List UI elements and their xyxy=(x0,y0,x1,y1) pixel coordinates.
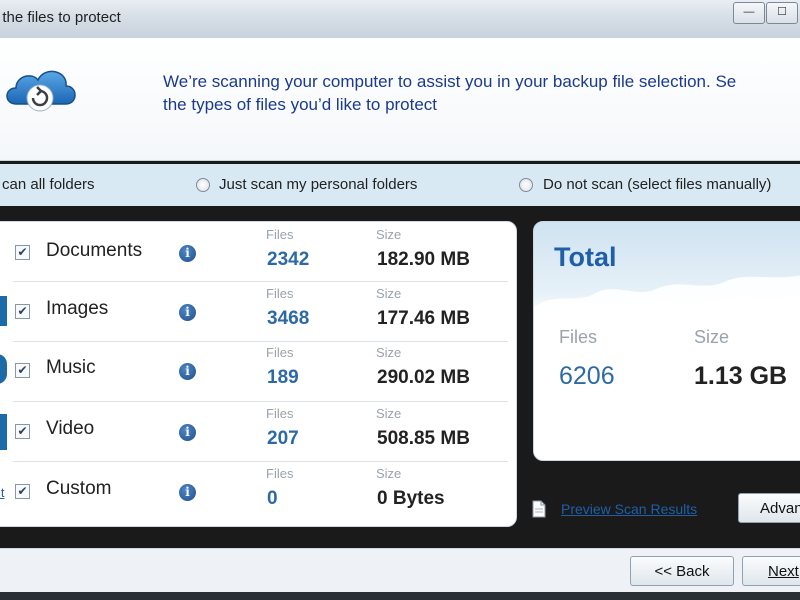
file-categories-panel: ✔ Documents i Files Size 2342 182.90 MB … xyxy=(0,221,517,527)
files-size: 290.02 MB xyxy=(377,367,470,388)
intro-line-1: We’re scanning your computer to assist y… xyxy=(163,72,737,91)
files-count: 3468 xyxy=(267,308,310,329)
category-row-documents: ✔ Documents i Files Size 2342 182.90 MB xyxy=(1,222,516,282)
scan-all-folders-option[interactable]: can all folders xyxy=(2,176,95,193)
scan-personal-option[interactable]: Just scan my personal folders xyxy=(219,176,417,193)
info-icon[interactable]: i xyxy=(179,363,196,380)
images-icon xyxy=(0,296,7,326)
files-count: 0 xyxy=(267,488,278,509)
category-row-music: ✔ Music i Files Size 189 290.02 MB xyxy=(0,342,516,402)
files-count: 189 xyxy=(267,367,299,388)
next-button[interactable]: Next xyxy=(742,556,800,586)
category-name: Custom xyxy=(46,478,112,499)
total-summary-panel: Total Files Size 6206 1.13 GB xyxy=(533,221,800,461)
category-name: Images xyxy=(46,298,109,319)
files-label: Files xyxy=(266,406,294,421)
info-icon[interactable]: i xyxy=(179,484,196,501)
files-size: 182.90 MB xyxy=(377,249,470,270)
files-count: 2342 xyxy=(267,249,310,270)
size-label: Size xyxy=(376,286,402,301)
total-files-label: Files xyxy=(559,327,598,347)
category-name: Documents xyxy=(46,240,143,261)
scan-options-bar: can all folders Just scan my personal fo… xyxy=(0,164,800,206)
window-bottom-edge xyxy=(0,592,800,600)
category-row-video: ✔ Video i Files Size 207 508.85 MB xyxy=(0,402,516,462)
scan-personal-radio[interactable] xyxy=(196,178,210,192)
preview-document-icon xyxy=(532,500,546,518)
category-name: Video xyxy=(46,418,95,439)
preview-scan-results-link[interactable]: Preview Scan Results xyxy=(561,501,697,517)
documents-checkbox[interactable]: ✔ xyxy=(15,245,30,260)
size-label: Size xyxy=(376,466,402,481)
custom-checkbox[interactable]: ✔ xyxy=(15,484,30,499)
custom-edit-link[interactable]: it xyxy=(0,485,5,500)
video-icon xyxy=(0,414,7,450)
files-label: Files xyxy=(266,466,294,481)
back-button[interactable]: << Back xyxy=(630,556,734,586)
advanced-button[interactable]: Advan xyxy=(738,493,800,523)
total-title: Total xyxy=(554,242,617,272)
size-label: Size xyxy=(376,227,402,242)
files-label: Files xyxy=(266,286,294,301)
wizard-header: We’re scanning your computer to assist y… xyxy=(0,38,800,161)
files-label: Files xyxy=(266,345,294,360)
category-name: Music xyxy=(46,357,96,378)
do-not-scan-option[interactable]: Do not scan (select files manually) xyxy=(543,176,771,193)
do-not-scan-radio[interactable] xyxy=(519,178,533,192)
total-size-label: Size xyxy=(694,327,730,347)
files-size: 0 Bytes xyxy=(377,488,445,509)
intro-text: We’re scanning your computer to assist y… xyxy=(163,70,736,116)
files-count: 207 xyxy=(267,428,299,449)
info-icon[interactable]: i xyxy=(179,304,196,321)
minimize-button[interactable]: — xyxy=(733,2,765,24)
video-checkbox[interactable]: ✔ xyxy=(15,424,30,439)
cloud-backup-icon xyxy=(6,70,76,112)
size-label: Size xyxy=(376,345,402,360)
backup-wizard-window: t the files to protect — ☐ We’re scannin… xyxy=(0,0,800,600)
size-label: Size xyxy=(376,406,402,421)
maximize-button[interactable]: ☐ xyxy=(766,2,798,24)
files-label: Files xyxy=(266,227,294,242)
info-icon[interactable]: i xyxy=(179,424,196,441)
category-row-images: ✔ Images i Files Size 3468 177.46 MB xyxy=(0,282,516,342)
info-icon[interactable]: i xyxy=(179,245,196,262)
total-size-value: 1.13 GB xyxy=(694,362,788,390)
window-title: t the files to protect xyxy=(0,9,121,26)
title-bar: t the files to protect — ☐ xyxy=(0,0,800,38)
category-row-custom: it ✔ Custom i Files Size 0 0 Bytes xyxy=(0,462,516,522)
intro-line-2: the types of files you’d like to protect xyxy=(163,95,438,114)
files-size: 508.85 MB xyxy=(377,428,470,449)
music-checkbox[interactable]: ✔ xyxy=(15,363,30,378)
total-files-count: 6206 xyxy=(559,362,615,390)
files-size: 177.46 MB xyxy=(377,308,470,329)
music-icon xyxy=(0,354,7,384)
images-checkbox[interactable]: ✔ xyxy=(15,304,30,319)
